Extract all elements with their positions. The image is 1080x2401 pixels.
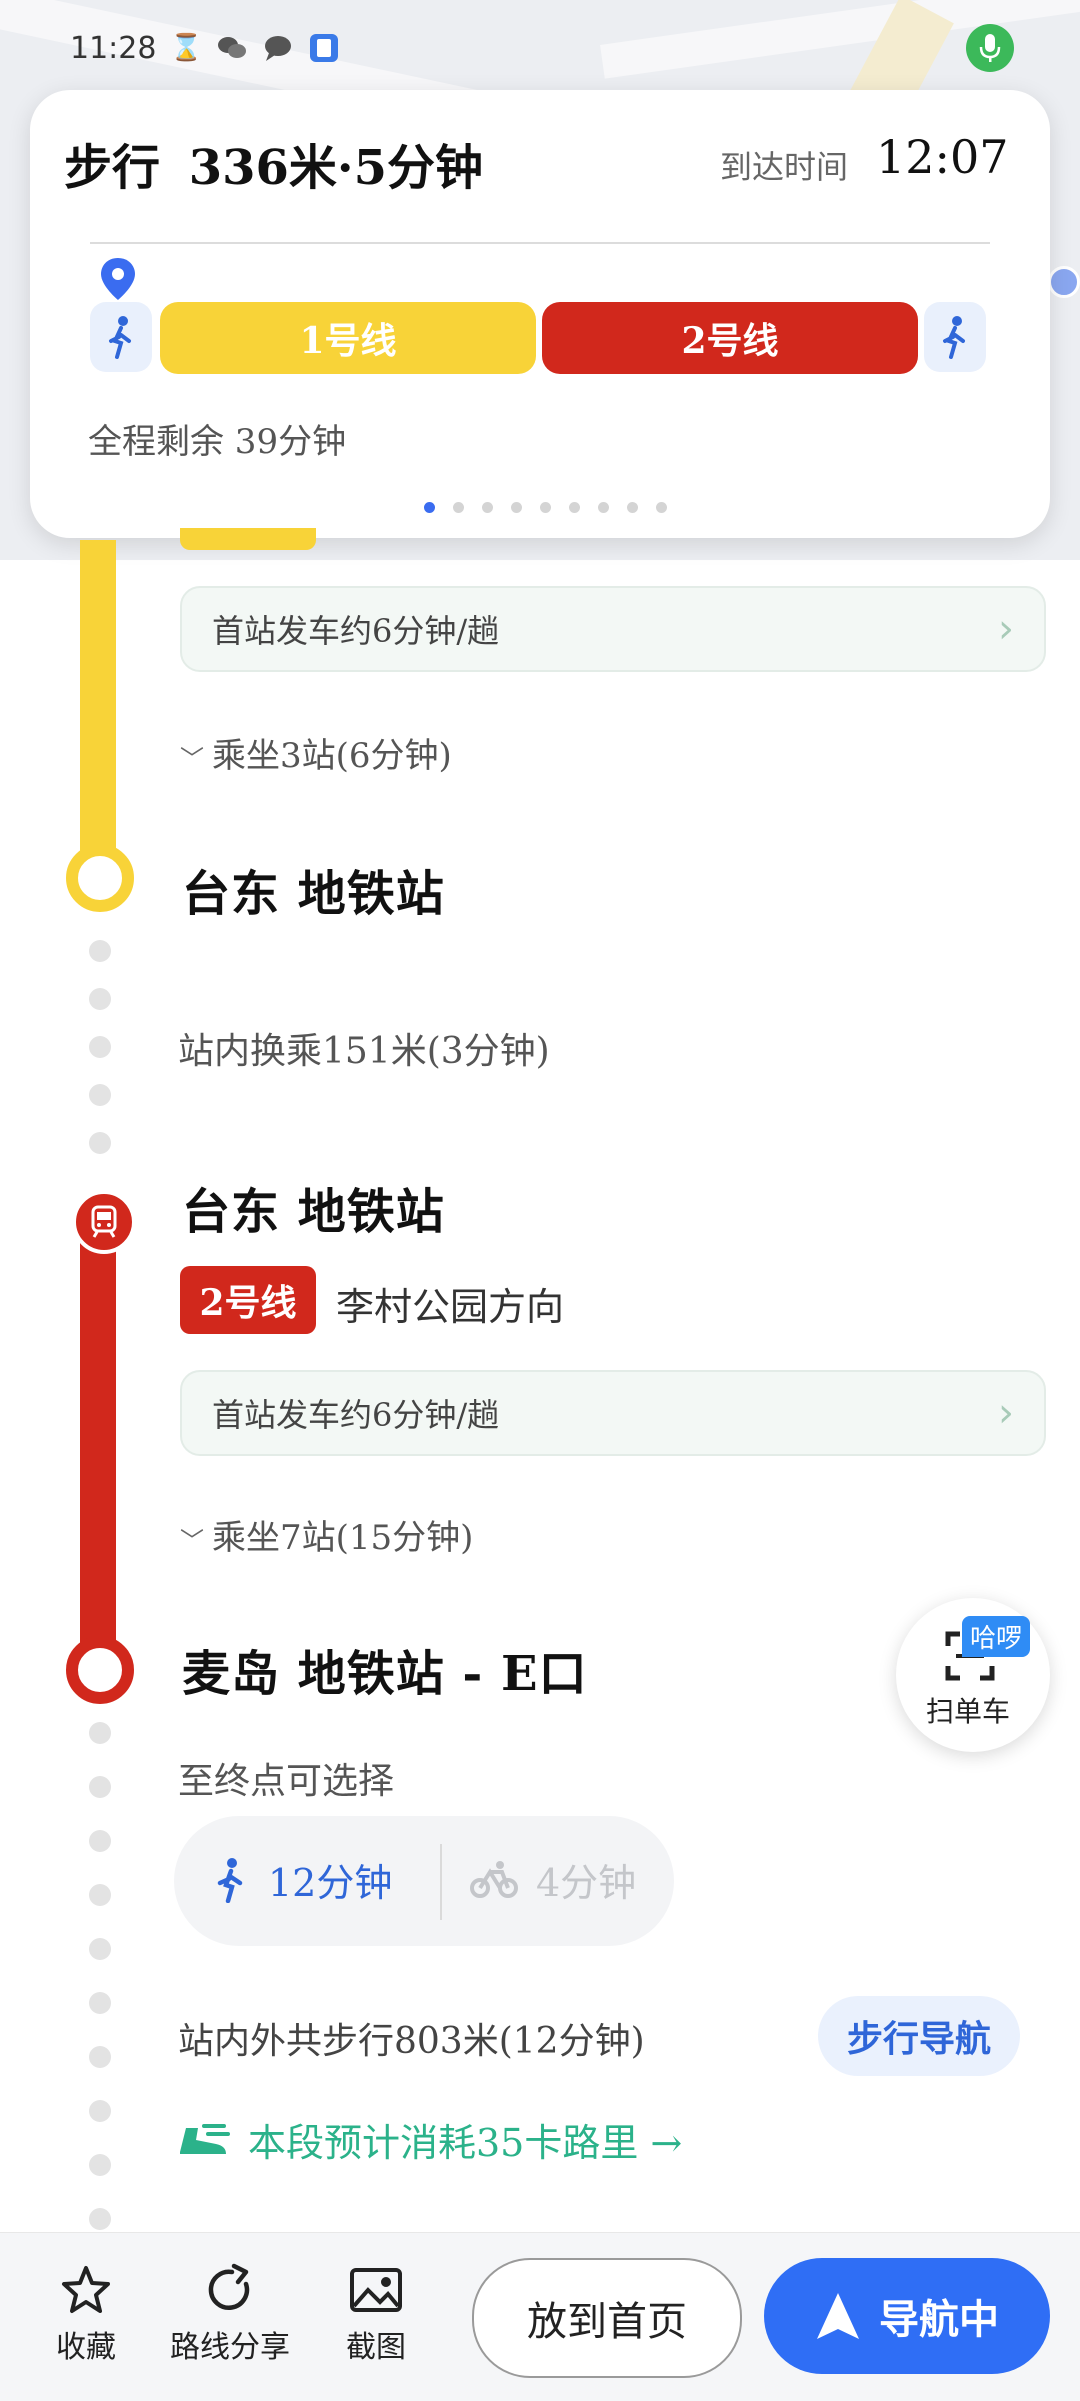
ride-text: 乘坐7站(15分钟): [212, 1518, 474, 1558]
divider: [90, 242, 990, 244]
page-dot: [453, 502, 464, 513]
navigation-button[interactable]: 导航中: [764, 2258, 1050, 2374]
direction-text: 李村公园方向: [336, 1285, 565, 1329]
line1-ride-toggle[interactable]: ﹀ 乘坐3站(6分钟): [180, 728, 452, 777]
walk-nav-button[interactable]: 步行导航: [818, 1996, 1020, 2076]
summary-title: 步行 336米·5分钟: [64, 128, 483, 198]
walk-icon: [217, 1857, 243, 1903]
walk-option[interactable]: 12分钟: [214, 1852, 392, 1907]
walk-dot: [89, 1992, 111, 2014]
frequency-text: 首站发车约6分钟/趟: [212, 612, 500, 650]
add-to-home-button[interactable]: 放到首页: [472, 2258, 742, 2378]
favorite-label: 收藏: [56, 2330, 116, 2365]
walk-dot: [89, 1132, 111, 1154]
page-dot: [598, 502, 609, 513]
chevron-right-icon: ›: [998, 1390, 1014, 1436]
location-pin-icon: [98, 256, 138, 302]
walk-time: 12分钟: [268, 1861, 393, 1905]
walk-dot: [89, 940, 111, 962]
image-icon: [350, 2268, 402, 2312]
walk-dot: [89, 1884, 111, 1906]
choose-label: 至终点可选择: [178, 1761, 395, 1802]
divider: [440, 1844, 442, 1920]
navigation-label: 导航中: [879, 2296, 999, 2343]
station-node: [66, 1636, 134, 1704]
star-icon: [62, 2266, 110, 2313]
line2-track: [80, 1210, 116, 1670]
line1-track: [80, 540, 116, 880]
bike-option[interactable]: 4分钟: [470, 1852, 636, 1907]
page-dot: [540, 502, 551, 513]
microphone-icon[interactable]: [966, 24, 1014, 72]
walk-total-text: 站内外共步行803米(12分钟): [178, 2021, 645, 2062]
station-name: 台东 地铁站: [182, 1184, 445, 1240]
walk-dot: [89, 1830, 111, 1852]
hello-badge: 哈啰: [962, 1616, 1031, 1657]
page-indicator: [424, 502, 667, 513]
line2-badge: 2号线: [180, 1266, 316, 1334]
walk-segment-start: [90, 302, 152, 372]
segment-line2[interactable]: 2号线: [542, 302, 918, 374]
walk-dot: [89, 1084, 111, 1106]
destination-station: 麦岛 地铁站 - E口: [182, 1646, 588, 1702]
share-label: 路线分享: [170, 2330, 290, 2365]
walk-icon: [943, 316, 965, 359]
segment-line1[interactable]: 1号线: [160, 302, 536, 374]
arrive-label: 到达时间: [720, 148, 849, 186]
station-node: [66, 844, 134, 912]
transfer-text: 站内换乘151米(3分钟): [178, 1031, 550, 1072]
page-dot: [482, 502, 493, 513]
line2-frequency-row[interactable]: 首站发车约6分钟/趟 ›: [180, 1370, 1046, 1456]
mode-label: 步行: [64, 140, 161, 196]
hourglass-icon: ⌛: [170, 33, 203, 63]
page-dot: [627, 502, 638, 513]
chevron-down-icon: ﹀: [180, 1527, 204, 1555]
bike-icon: [470, 1860, 518, 1898]
metro-icon: [72, 1190, 136, 1254]
page-dot-active: [424, 502, 435, 513]
frequency-text: 首站发车约6分钟/趟: [212, 1396, 500, 1434]
favorite-button[interactable]: 收藏: [56, 2262, 116, 2366]
walk-dot: [89, 988, 111, 1010]
chevron-down-icon: ﹀: [180, 745, 204, 773]
walk-dot: [89, 1722, 111, 1744]
status-time: 11:28: [70, 30, 157, 66]
ride-text: 乘坐3站(6分钟): [212, 736, 452, 776]
page-dot: [569, 502, 580, 513]
calorie-row[interactable]: 本段预计消耗35卡路里 →: [176, 2112, 682, 2167]
walk-dot: [89, 1776, 111, 1798]
arrive-time: 12:07: [876, 130, 1009, 184]
walk-dot: [89, 2208, 111, 2230]
walk-dot: [89, 1938, 111, 1960]
line1-frequency-row[interactable]: 首站发车约6分钟/趟 ›: [180, 586, 1046, 672]
chevron-right-icon: ›: [998, 606, 1014, 652]
walk-segment-end: [924, 302, 986, 372]
walk-dot: [89, 2046, 111, 2068]
walk-dot: [89, 1036, 111, 1058]
share-icon: [208, 2263, 250, 2310]
running-shoe-icon: [180, 2123, 230, 2154]
page-dot: [511, 502, 522, 513]
walk-icon: [109, 316, 131, 359]
line2-ride-toggle[interactable]: ﹀ 乘坐7站(15分钟): [180, 1510, 473, 1559]
status-bar: 11:28 ⌛: [70, 28, 340, 68]
calorie-text: 本段预计消耗35卡路里 →: [248, 2121, 683, 2165]
walk-dot: [89, 2100, 111, 2122]
screenshot-button[interactable]: 截图: [346, 2262, 406, 2366]
scan-bike-label: 扫单车: [926, 1695, 1011, 1728]
station-name: 台东 地铁站: [182, 866, 445, 922]
walk-dot: [89, 2154, 111, 2176]
bike-time: 4分钟: [536, 1861, 637, 1905]
remaining-time: 全程剩余 39分钟: [88, 422, 347, 462]
navigation-arrow-icon: [817, 2293, 859, 2339]
line1-badge-partial: [180, 528, 316, 550]
share-route-button[interactable]: 路线分享: [170, 2262, 290, 2366]
map-location-dot: [1048, 266, 1080, 298]
distance-time: 336米·5分钟: [188, 140, 484, 196]
wechat-icon: [216, 32, 248, 64]
screenshot-label: 截图: [346, 2330, 406, 2365]
page-dot: [656, 502, 667, 513]
app-icon: [308, 32, 340, 64]
message-icon: [262, 32, 294, 64]
